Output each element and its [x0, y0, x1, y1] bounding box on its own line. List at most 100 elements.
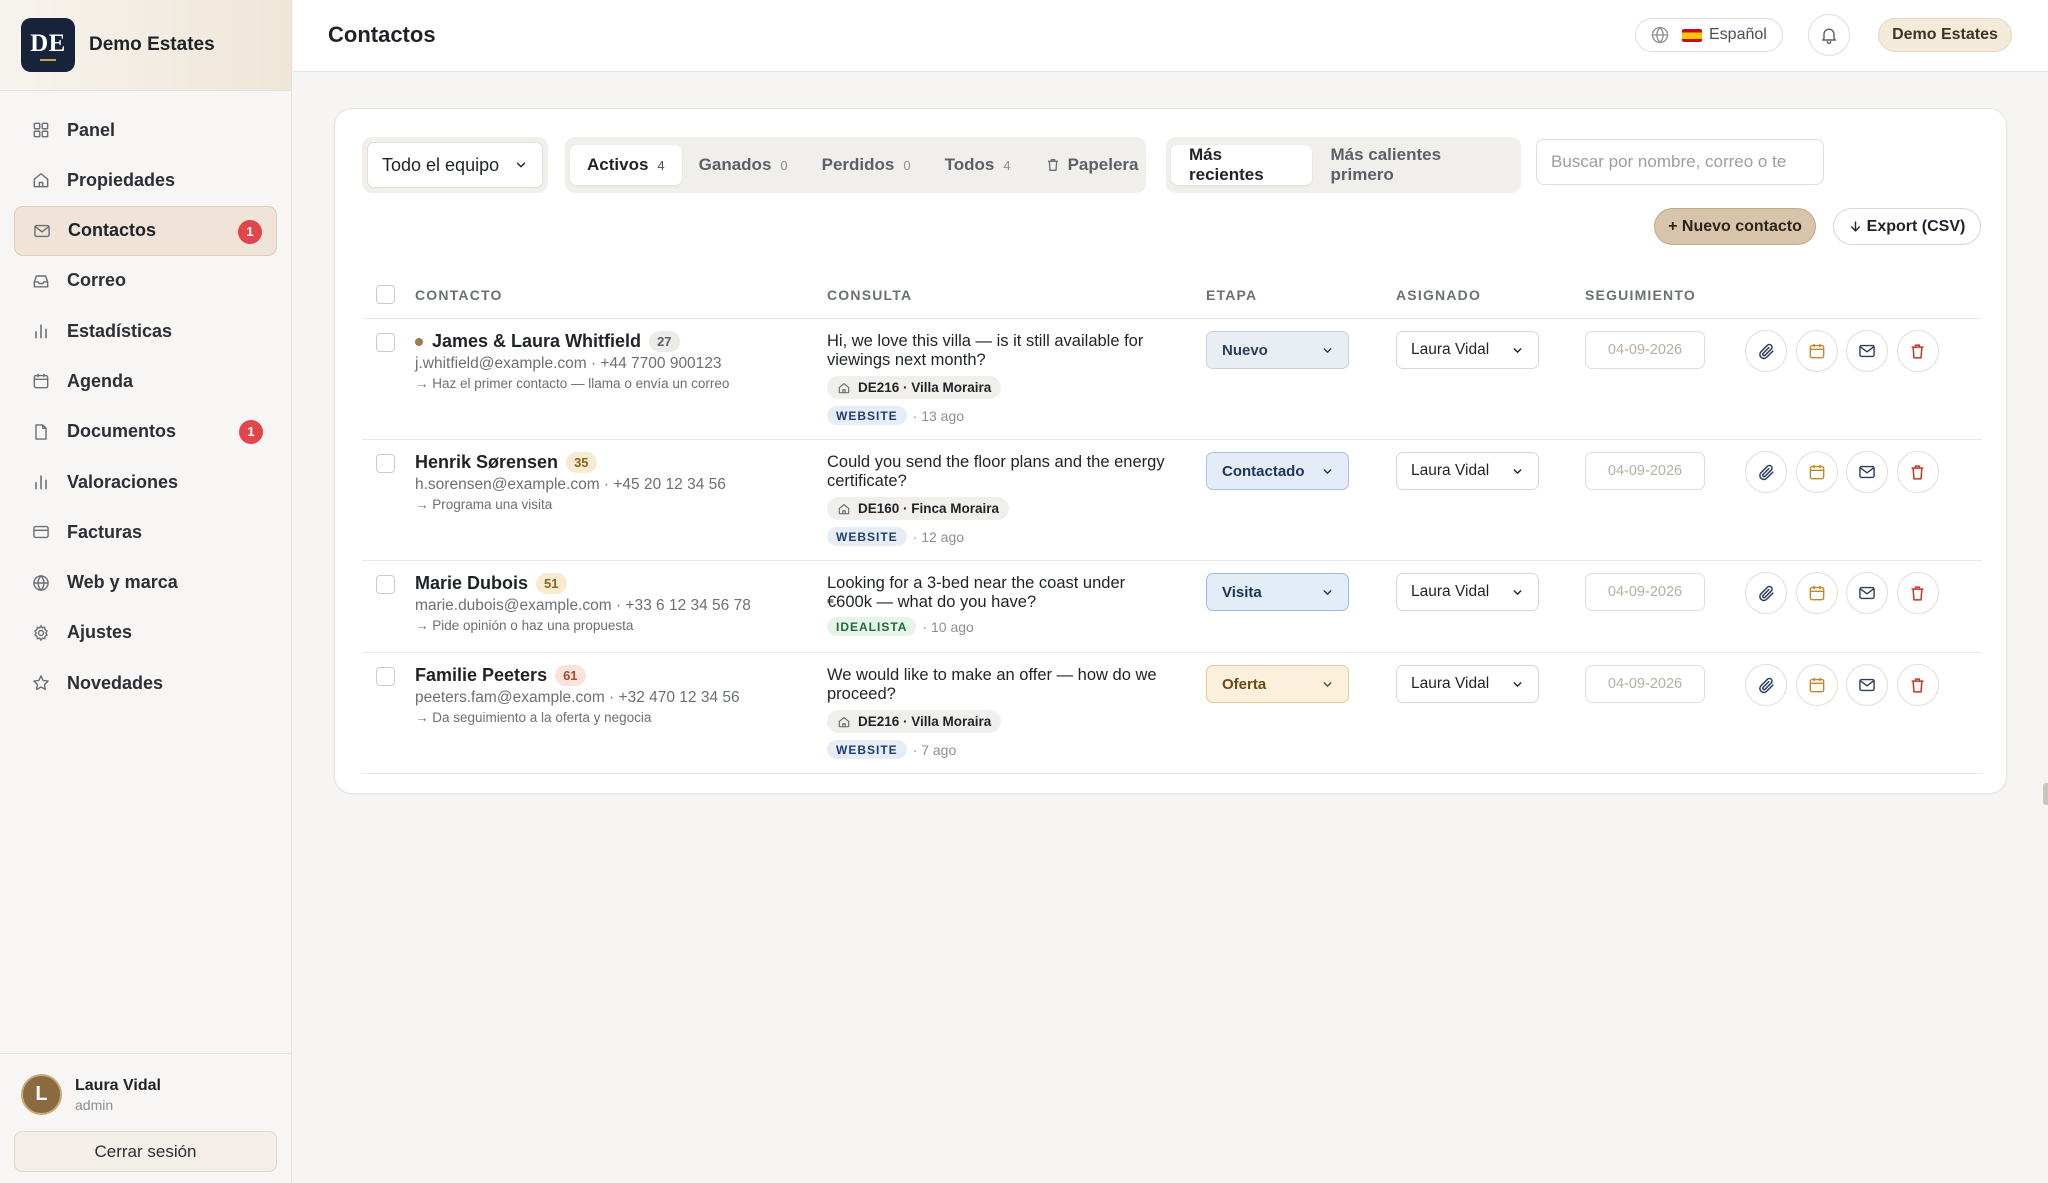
topbar: Contactos Español Demo Estates: [293, 0, 2048, 72]
sidebar-footer: L Laura Vidal admin Cerrar sesión: [0, 1053, 292, 1183]
property-chip[interactable]: DE216 · Villa Moraira: [827, 376, 1002, 399]
delete-button[interactable]: [1896, 664, 1939, 706]
followup-date-input[interactable]: 04-09-2026: [1585, 331, 1705, 369]
organization-menu[interactable]: Demo Estates: [1878, 18, 2012, 52]
sidebar-item-novedades[interactable]: Novedades: [14, 658, 277, 708]
sidebar-item-label: Contactos: [68, 220, 157, 241]
sidebar-item-propiedades[interactable]: Propiedades: [14, 155, 277, 205]
contact-name[interactable]: Marie Dubois 51: [415, 573, 567, 594]
stage-select[interactable]: Oferta: [1206, 665, 1349, 703]
chevron-down-icon: [1511, 344, 1524, 357]
sidebar-item-agenda[interactable]: Agenda: [14, 356, 277, 406]
sort-most-recent[interactable]: Más recientes: [1171, 145, 1313, 185]
row-checkbox[interactable]: [376, 575, 395, 594]
schedule-button[interactable]: [1795, 330, 1838, 372]
followup-date-input[interactable]: 04-09-2026: [1585, 665, 1705, 703]
paperclip-icon: [1757, 463, 1776, 482]
export-csv-button[interactable]: Export (CSV): [1833, 208, 1981, 245]
tab-trash[interactable]: Papelera: [1028, 145, 1156, 185]
user-name: Laura Vidal: [75, 1076, 161, 1094]
sidebar-item-valoraciones[interactable]: Valoraciones: [14, 457, 277, 507]
sidebar-item-estadisticas[interactable]: Estadísticas: [14, 306, 277, 356]
contact-name-text: Marie Dubois: [415, 573, 529, 593]
assignee-select[interactable]: Laura Vidal: [1396, 452, 1539, 490]
delete-button[interactable]: [1896, 451, 1939, 493]
attach-button[interactable]: [1745, 664, 1787, 706]
schedule-button[interactable]: [1795, 572, 1838, 614]
new-contact-button[interactable]: + Nuevo contacto: [1654, 208, 1816, 245]
delete-button[interactable]: [1896, 572, 1939, 614]
spain-flag-icon: [1682, 28, 1702, 42]
email-button[interactable]: [1846, 451, 1888, 493]
user-profile[interactable]: L Laura Vidal admin: [21, 1074, 161, 1115]
assignee-select[interactable]: Laura Vidal: [1396, 573, 1539, 611]
row-checkbox[interactable]: [376, 667, 395, 686]
chevron-down-icon: [1321, 586, 1334, 599]
attach-button[interactable]: [1745, 572, 1787, 614]
stage-select[interactable]: Contactado: [1206, 452, 1349, 490]
status-tabs: Activos 4 Ganados 0 Perdidos 0 Todos 4 Papelera: [565, 137, 1146, 193]
star-icon: [30, 672, 52, 694]
email-button[interactable]: [1846, 664, 1888, 706]
tab-label: Papelera: [1067, 155, 1139, 174]
search-input[interactable]: [1536, 139, 1824, 185]
sidebar-item-correo[interactable]: Correo: [14, 256, 277, 306]
logout-button[interactable]: Cerrar sesión: [14, 1131, 277, 1172]
brand[interactable]: DE Demo Estates: [0, 0, 291, 91]
notification-badge: 1: [239, 419, 263, 444]
assignee-select[interactable]: Laura Vidal: [1396, 331, 1539, 369]
schedule-button[interactable]: [1795, 664, 1838, 706]
sidebar-item-documentos[interactable]: Documentos 1: [14, 407, 277, 457]
calendar-icon: [30, 370, 52, 392]
contact-details: marie.dubois@example.com · +33 6 12 34 5…: [415, 597, 751, 614]
sidebar-item-ajustes[interactable]: Ajustes: [14, 608, 277, 658]
row-checkbox[interactable]: [376, 333, 395, 352]
trash-icon: [1908, 463, 1927, 482]
sort-hottest-first[interactable]: Más calientes primero: [1312, 145, 1516, 185]
team-filter[interactable]: Todo el equipo: [362, 137, 548, 193]
property-chip[interactable]: DE216 · Villa Moraira: [827, 710, 1002, 733]
row-checkbox[interactable]: [376, 454, 395, 473]
sidebar-item-panel[interactable]: Panel: [14, 105, 277, 155]
tab-todos[interactable]: Todos 4: [928, 145, 1028, 185]
contact-name[interactable]: James & Laura Whitfield 27: [415, 331, 680, 352]
column-inquiry: CONSULTA: [827, 287, 913, 303]
stage-select[interactable]: Visita: [1206, 573, 1349, 611]
inquiry-age: · 12 ago: [912, 528, 965, 545]
delete-button[interactable]: [1896, 330, 1939, 372]
sidebar-item-label: Panel: [67, 119, 116, 140]
stage-select[interactable]: Nuevo: [1206, 331, 1349, 369]
contact-name[interactable]: Familie Peeters 61: [415, 665, 586, 686]
language-selector[interactable]: Español: [1635, 18, 1783, 52]
sidebar-item-label: Novedades: [67, 672, 164, 693]
column-assigned: ASIGNADO: [1396, 287, 1482, 303]
tab-activos[interactable]: Activos 4: [570, 145, 682, 185]
assignee-select[interactable]: Laura Vidal: [1396, 665, 1539, 703]
user-role: admin: [75, 1096, 114, 1113]
sidebar-item-facturas[interactable]: Facturas: [14, 507, 277, 557]
column-contact: CONTACTO: [415, 287, 503, 303]
email-button[interactable]: [1846, 330, 1888, 372]
followup-date-input[interactable]: 04-09-2026: [1585, 573, 1705, 611]
select-all-checkbox[interactable]: [376, 285, 395, 304]
contact-name[interactable]: Henrik Sørensen 35: [415, 452, 597, 473]
inquiry-age: · 7 ago: [912, 741, 957, 758]
resize-handle[interactable]: [2043, 783, 2048, 805]
email-button[interactable]: [1846, 572, 1888, 614]
mail-icon: [31, 220, 53, 242]
schedule-button[interactable]: [1795, 451, 1838, 493]
assignee-value: Laura Vidal: [1411, 462, 1490, 479]
paperclip-icon: [1757, 584, 1776, 603]
tab-ganados[interactable]: Ganados 0: [682, 145, 805, 185]
property-chip[interactable]: DE160 · Finca Moraira: [827, 497, 1010, 520]
followup-date-input[interactable]: 04-09-2026: [1585, 452, 1705, 490]
chevron-down-icon: [1321, 465, 1334, 478]
sidebar-item-contactos[interactable]: Contactos 1: [14, 205, 277, 256]
attach-button[interactable]: [1745, 330, 1787, 372]
tab-perdidos[interactable]: Perdidos 0: [805, 145, 928, 185]
chevron-down-icon: [1511, 465, 1524, 478]
attach-button[interactable]: [1745, 451, 1787, 493]
notifications-button[interactable]: [1808, 14, 1850, 56]
tab-count: 0: [780, 157, 788, 173]
sidebar-item-web-y-marca[interactable]: Web y marca: [14, 558, 277, 608]
